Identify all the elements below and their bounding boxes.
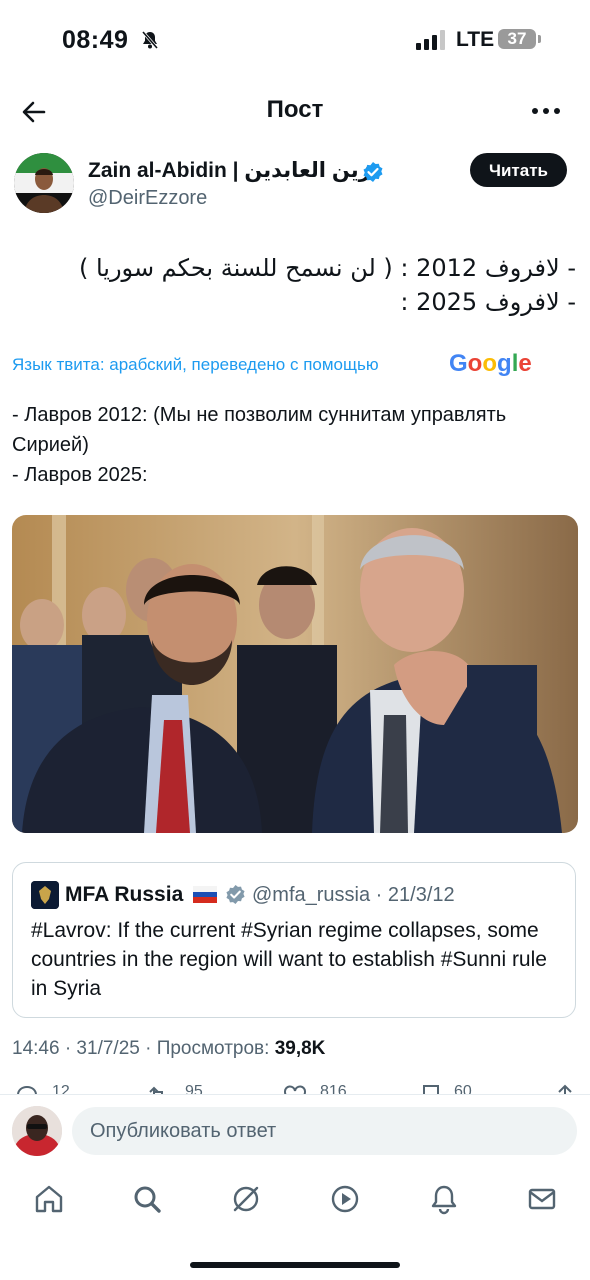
home-icon[interactable] bbox=[33, 1183, 65, 1215]
tweet-meta: 14:46 · 31/7/25 · Просмотров: 39,8K bbox=[12, 1038, 325, 1060]
tweet-text-line-1: - لافروف 2012 : ( لن نسمح للسنة بحكم سور… bbox=[78, 254, 576, 282]
tweet-text-line-2: - لافروف 2025 : bbox=[400, 288, 576, 316]
search-icon[interactable] bbox=[131, 1183, 163, 1215]
author-handle[interactable]: @DeirEzzore bbox=[88, 187, 207, 210]
bookmark-count: 60 bbox=[454, 1083, 472, 1094]
network-label: LTE bbox=[456, 28, 495, 51]
user-avatar-image bbox=[12, 1106, 62, 1156]
quoted-text: #Lavrov: If the current #Syrian regime c… bbox=[31, 919, 547, 1000]
video-icon[interactable] bbox=[329, 1183, 361, 1215]
reply-icon bbox=[17, 1085, 37, 1094]
photo-image bbox=[12, 515, 578, 833]
user-avatar[interactable] bbox=[12, 1106, 62, 1156]
view-count: 39,8K bbox=[274, 1038, 326, 1059]
repost-icon bbox=[149, 1086, 163, 1094]
reply-input[interactable] bbox=[72, 1107, 577, 1155]
page-title: Пост bbox=[266, 96, 324, 123]
quoted-author-name: MFA Russia bbox=[65, 883, 184, 906]
status-time: 08:49 bbox=[62, 26, 129, 54]
quoted-handle-date: @mfa_russia · 21/3/12 bbox=[252, 884, 455, 906]
home-indicator bbox=[190, 1262, 400, 1268]
battery-level: 37 bbox=[507, 29, 527, 48]
gray-verified-badge-icon bbox=[226, 884, 245, 905]
translation-note[interactable]: Язык твита: арабский, переведено с помощ… bbox=[12, 355, 379, 375]
messages-icon[interactable] bbox=[526, 1183, 558, 1215]
more-options-icon[interactable] bbox=[530, 104, 562, 118]
action-bar: 12 95 816 60 bbox=[0, 1080, 590, 1094]
avatar-image bbox=[14, 153, 74, 213]
author-name[interactable]: Zain al-Abidin | زين العابدين bbox=[88, 158, 371, 183]
share-icon bbox=[558, 1084, 572, 1094]
tweet-time-date: 14:46 · 31/7/25 · Просмотров: bbox=[12, 1038, 270, 1059]
mfa-logo-icon bbox=[31, 881, 59, 909]
battery-icon: 37 bbox=[498, 29, 536, 49]
russia-flag-icon bbox=[193, 886, 217, 903]
notifications-bell-icon[interactable] bbox=[428, 1183, 460, 1215]
repost-count: 95 bbox=[185, 1083, 203, 1094]
signal-icon bbox=[416, 30, 445, 50]
grok-icon[interactable] bbox=[230, 1183, 262, 1215]
tweet-photo[interactable] bbox=[12, 515, 578, 833]
divider bbox=[0, 1094, 590, 1095]
verified-badge-icon bbox=[363, 162, 383, 182]
bookmark-icon bbox=[423, 1085, 439, 1094]
google-logo: Google bbox=[449, 350, 532, 377]
reply-count: 12 bbox=[52, 1083, 70, 1094]
bell-muted-icon bbox=[141, 31, 159, 49]
battery-tip bbox=[538, 35, 541, 43]
follow-button[interactable]: Читать bbox=[470, 153, 567, 187]
translated-text: - Лавров 2012: (Мы не позволим суннитам … bbox=[12, 404, 507, 486]
author-avatar[interactable] bbox=[14, 153, 74, 213]
heart-icon bbox=[284, 1085, 306, 1094]
like-count: 816 bbox=[320, 1083, 347, 1094]
